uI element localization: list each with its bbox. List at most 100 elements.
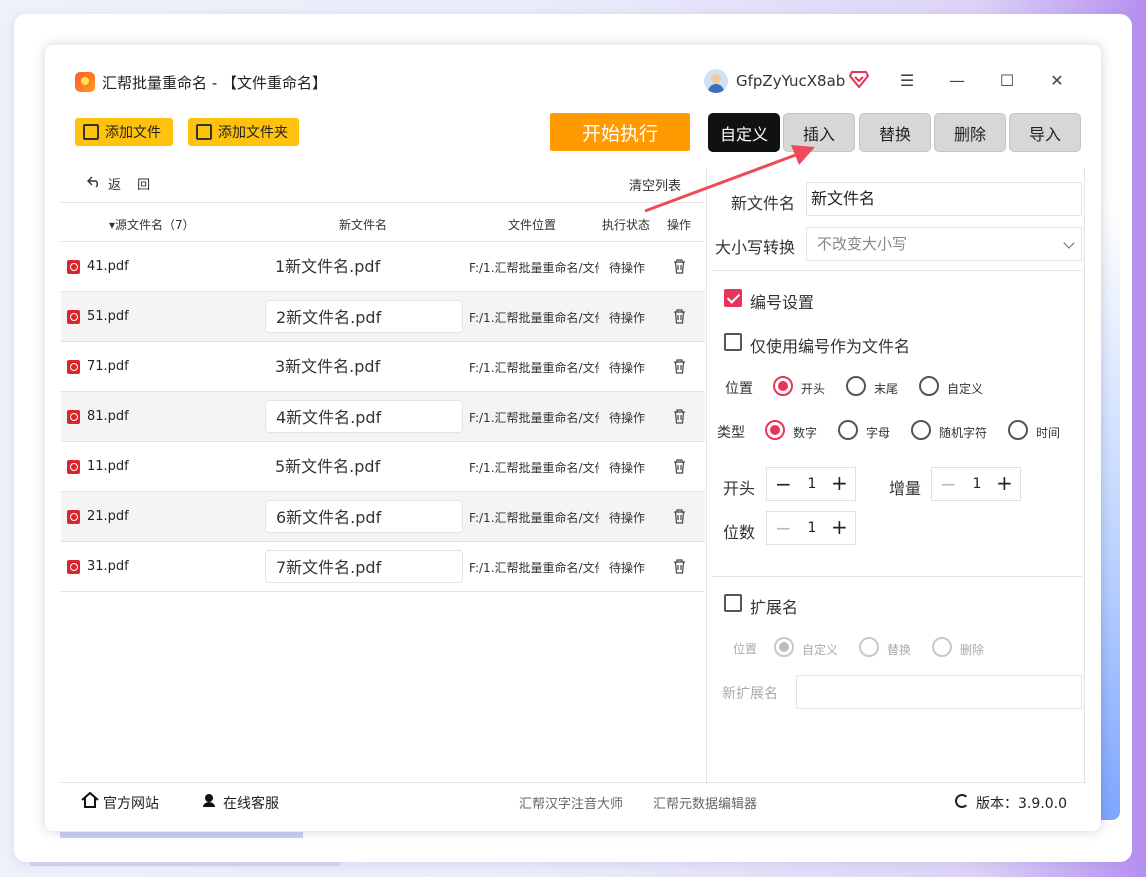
chevron-down-icon <box>1063 237 1075 249</box>
increment-plus-button[interactable]: + <box>996 471 1013 495</box>
table-row[interactable]: 71.pdf 3新文件名.pdf F:/1.汇帮批量重命名/文件 待操作 <box>61 342 705 392</box>
file-location: F:/1.汇帮批量重命名/文件 <box>469 361 599 375</box>
numbering-checkbox[interactable] <box>724 289 742 307</box>
username[interactable]: GfpZyYucX8ab <box>736 72 845 90</box>
table-row[interactable]: 51.pdf 2新文件名.pdf F:/1.汇帮批量重命名/文件 待操作 <box>61 292 705 342</box>
new-ext-label: 新扩展名 <box>722 686 778 702</box>
start-plus-button[interactable]: + <box>831 471 848 495</box>
tab-insert[interactable]: 插入 <box>783 113 855 152</box>
only-number-checkbox[interactable] <box>724 333 742 351</box>
footer: 官方网站 在线客服 汇帮汉字注音大师 汇帮元数据编辑器 版本：3.9.0.0 <box>61 782 1085 818</box>
tab-replace[interactable]: 替换 <box>859 113 931 152</box>
tab-delete[interactable]: 删除 <box>934 113 1006 152</box>
digits-label: 位数 <box>723 523 756 542</box>
digits-value[interactable]: 1 <box>805 520 819 536</box>
new-filename-input[interactable]: 4新文件名.pdf <box>265 400 463 433</box>
table-row[interactable]: 11.pdf 5新文件名.pdf F:/1.汇帮批量重命名/文件 待操作 <box>61 442 705 492</box>
online-service-link[interactable]: 在线客服 <box>223 793 279 813</box>
ext-custom-label: 自定义 <box>802 643 839 657</box>
file-location: F:/1.汇帮批量重命名/文件 <box>469 261 599 275</box>
position-start-radio[interactable] <box>773 376 793 396</box>
new-filename-input[interactable]: 2新文件名.pdf <box>265 300 463 333</box>
start-value[interactable]: 1 <box>805 476 819 492</box>
tab-custom[interactable]: 自定义 <box>708 113 780 152</box>
pdf-icon <box>67 360 80 374</box>
type-time-radio[interactable] <box>1008 420 1028 440</box>
type-letter-radio[interactable] <box>838 420 858 440</box>
title-bar: 汇帮批量重命名 - 【文件重命名】 GfpZyYucX8ab ☰ — ☐ ✕ <box>45 45 1101 105</box>
source-filename: 31.pdf <box>87 559 129 574</box>
increment-value[interactable]: 1 <box>970 476 984 492</box>
increment-minus-button[interactable]: − <box>940 472 957 496</box>
header-source[interactable]: ▾源文件名（7） <box>109 216 195 233</box>
new-filename-input[interactable]: 7新文件名.pdf <box>265 550 463 583</box>
minimize-icon[interactable]: — <box>947 71 967 91</box>
ext-replace-radio[interactable] <box>859 637 879 657</box>
close-icon[interactable]: ✕ <box>1047 71 1067 91</box>
table-row[interactable]: 81.pdf 4新文件名.pdf F:/1.汇帮批量重命名/文件 待操作 <box>61 392 705 442</box>
vip-diamond-icon[interactable] <box>849 70 869 88</box>
case-select-value: 不改变大小写 <box>817 235 908 253</box>
new-filename-input[interactable]: 3新文件名.pdf <box>265 350 463 383</box>
pinyin-tool-link[interactable]: 汇帮汉字注音大师 <box>519 793 623 812</box>
new-filename-input[interactable]: 5新文件名.pdf <box>265 450 463 483</box>
new-ext-input[interactable] <box>796 675 1082 709</box>
add-folder-button[interactable]: 添加文件夹 <box>188 118 299 146</box>
tab-import[interactable]: 导入 <box>1009 113 1081 152</box>
maximize-icon[interactable]: ☐ <box>997 71 1017 91</box>
source-filename: 81.pdf <box>87 409 129 424</box>
start-minus-button[interactable]: − <box>775 472 792 496</box>
increment-stepper: − 1 + <box>931 467 1021 501</box>
clear-list-button[interactable]: 清空列表 <box>629 175 681 194</box>
ext-delete-radio[interactable] <box>932 637 952 657</box>
type-number-radio[interactable] <box>765 420 785 440</box>
back-arrow-icon[interactable] <box>87 176 101 188</box>
type-time-label: 时间 <box>1036 426 1061 440</box>
numbering-label: 编号设置 <box>750 293 815 312</box>
trash-icon[interactable] <box>673 359 686 374</box>
menu-icon[interactable]: ☰ <box>897 71 917 91</box>
add-file-button[interactable]: 添加文件 <box>75 118 173 146</box>
official-site-link[interactable]: 官方网站 <box>103 793 159 813</box>
case-label: 大小写转换 <box>715 238 796 257</box>
file-location: F:/1.汇帮批量重命名/文件 <box>469 461 599 475</box>
type-random-radio[interactable] <box>911 420 931 440</box>
trash-icon[interactable] <box>673 409 686 424</box>
new-name-input[interactable]: 新文件名 <box>806 182 1082 216</box>
start-button[interactable]: 开始执行 <box>550 113 690 151</box>
file-list-icon <box>83 124 99 140</box>
start-stepper: − 1 + <box>766 467 856 501</box>
trash-icon[interactable] <box>673 459 686 474</box>
add-folder-label: 添加文件夹 <box>218 125 288 141</box>
new-filename-input[interactable]: 1新文件名.pdf <box>265 250 463 283</box>
metadata-editor-link[interactable]: 汇帮元数据编辑器 <box>653 793 757 812</box>
header-action: 操作 <box>667 218 692 232</box>
only-number-label: 仅使用编号作为文件名 <box>750 337 911 356</box>
status-badge: 待操作 <box>609 261 646 275</box>
digits-minus-button[interactable]: − <box>775 516 792 540</box>
trash-icon[interactable] <box>673 509 686 524</box>
position-end-label: 末尾 <box>874 382 899 396</box>
folder-add-icon <box>196 124 212 140</box>
type-random-label: 随机字符 <box>939 426 988 440</box>
trash-icon[interactable] <box>673 259 686 274</box>
back-button[interactable]: 返 回 <box>108 174 156 193</box>
refresh-icon[interactable] <box>955 794 969 808</box>
digits-plus-button[interactable]: + <box>831 515 848 539</box>
case-select[interactable]: 不改变大小写 <box>806 227 1082 261</box>
position-custom-radio[interactable] <box>919 376 939 396</box>
source-filename: 51.pdf <box>87 309 129 324</box>
position-end-radio[interactable] <box>846 376 866 396</box>
table-header: ▾源文件名（7） 新文件名 文件位置 执行状态 操作 <box>61 202 705 242</box>
pdf-icon <box>67 560 80 574</box>
avatar[interactable] <box>704 69 728 93</box>
table-row[interactable]: 41.pdf 1新文件名.pdf F:/1.汇帮批量重命名/文件 待操作 <box>61 242 705 292</box>
app-logo-icon <box>75 72 95 92</box>
table-row[interactable]: 21.pdf 6新文件名.pdf F:/1.汇帮批量重命名/文件 待操作 <box>61 492 705 542</box>
extension-checkbox[interactable] <box>724 594 742 612</box>
new-filename-input[interactable]: 6新文件名.pdf <box>265 500 463 533</box>
table-row[interactable]: 31.pdf 7新文件名.pdf F:/1.汇帮批量重命名/文件 待操作 <box>61 542 705 592</box>
trash-icon[interactable] <box>673 559 686 574</box>
trash-icon[interactable] <box>673 309 686 324</box>
ext-custom-radio[interactable] <box>774 637 794 657</box>
